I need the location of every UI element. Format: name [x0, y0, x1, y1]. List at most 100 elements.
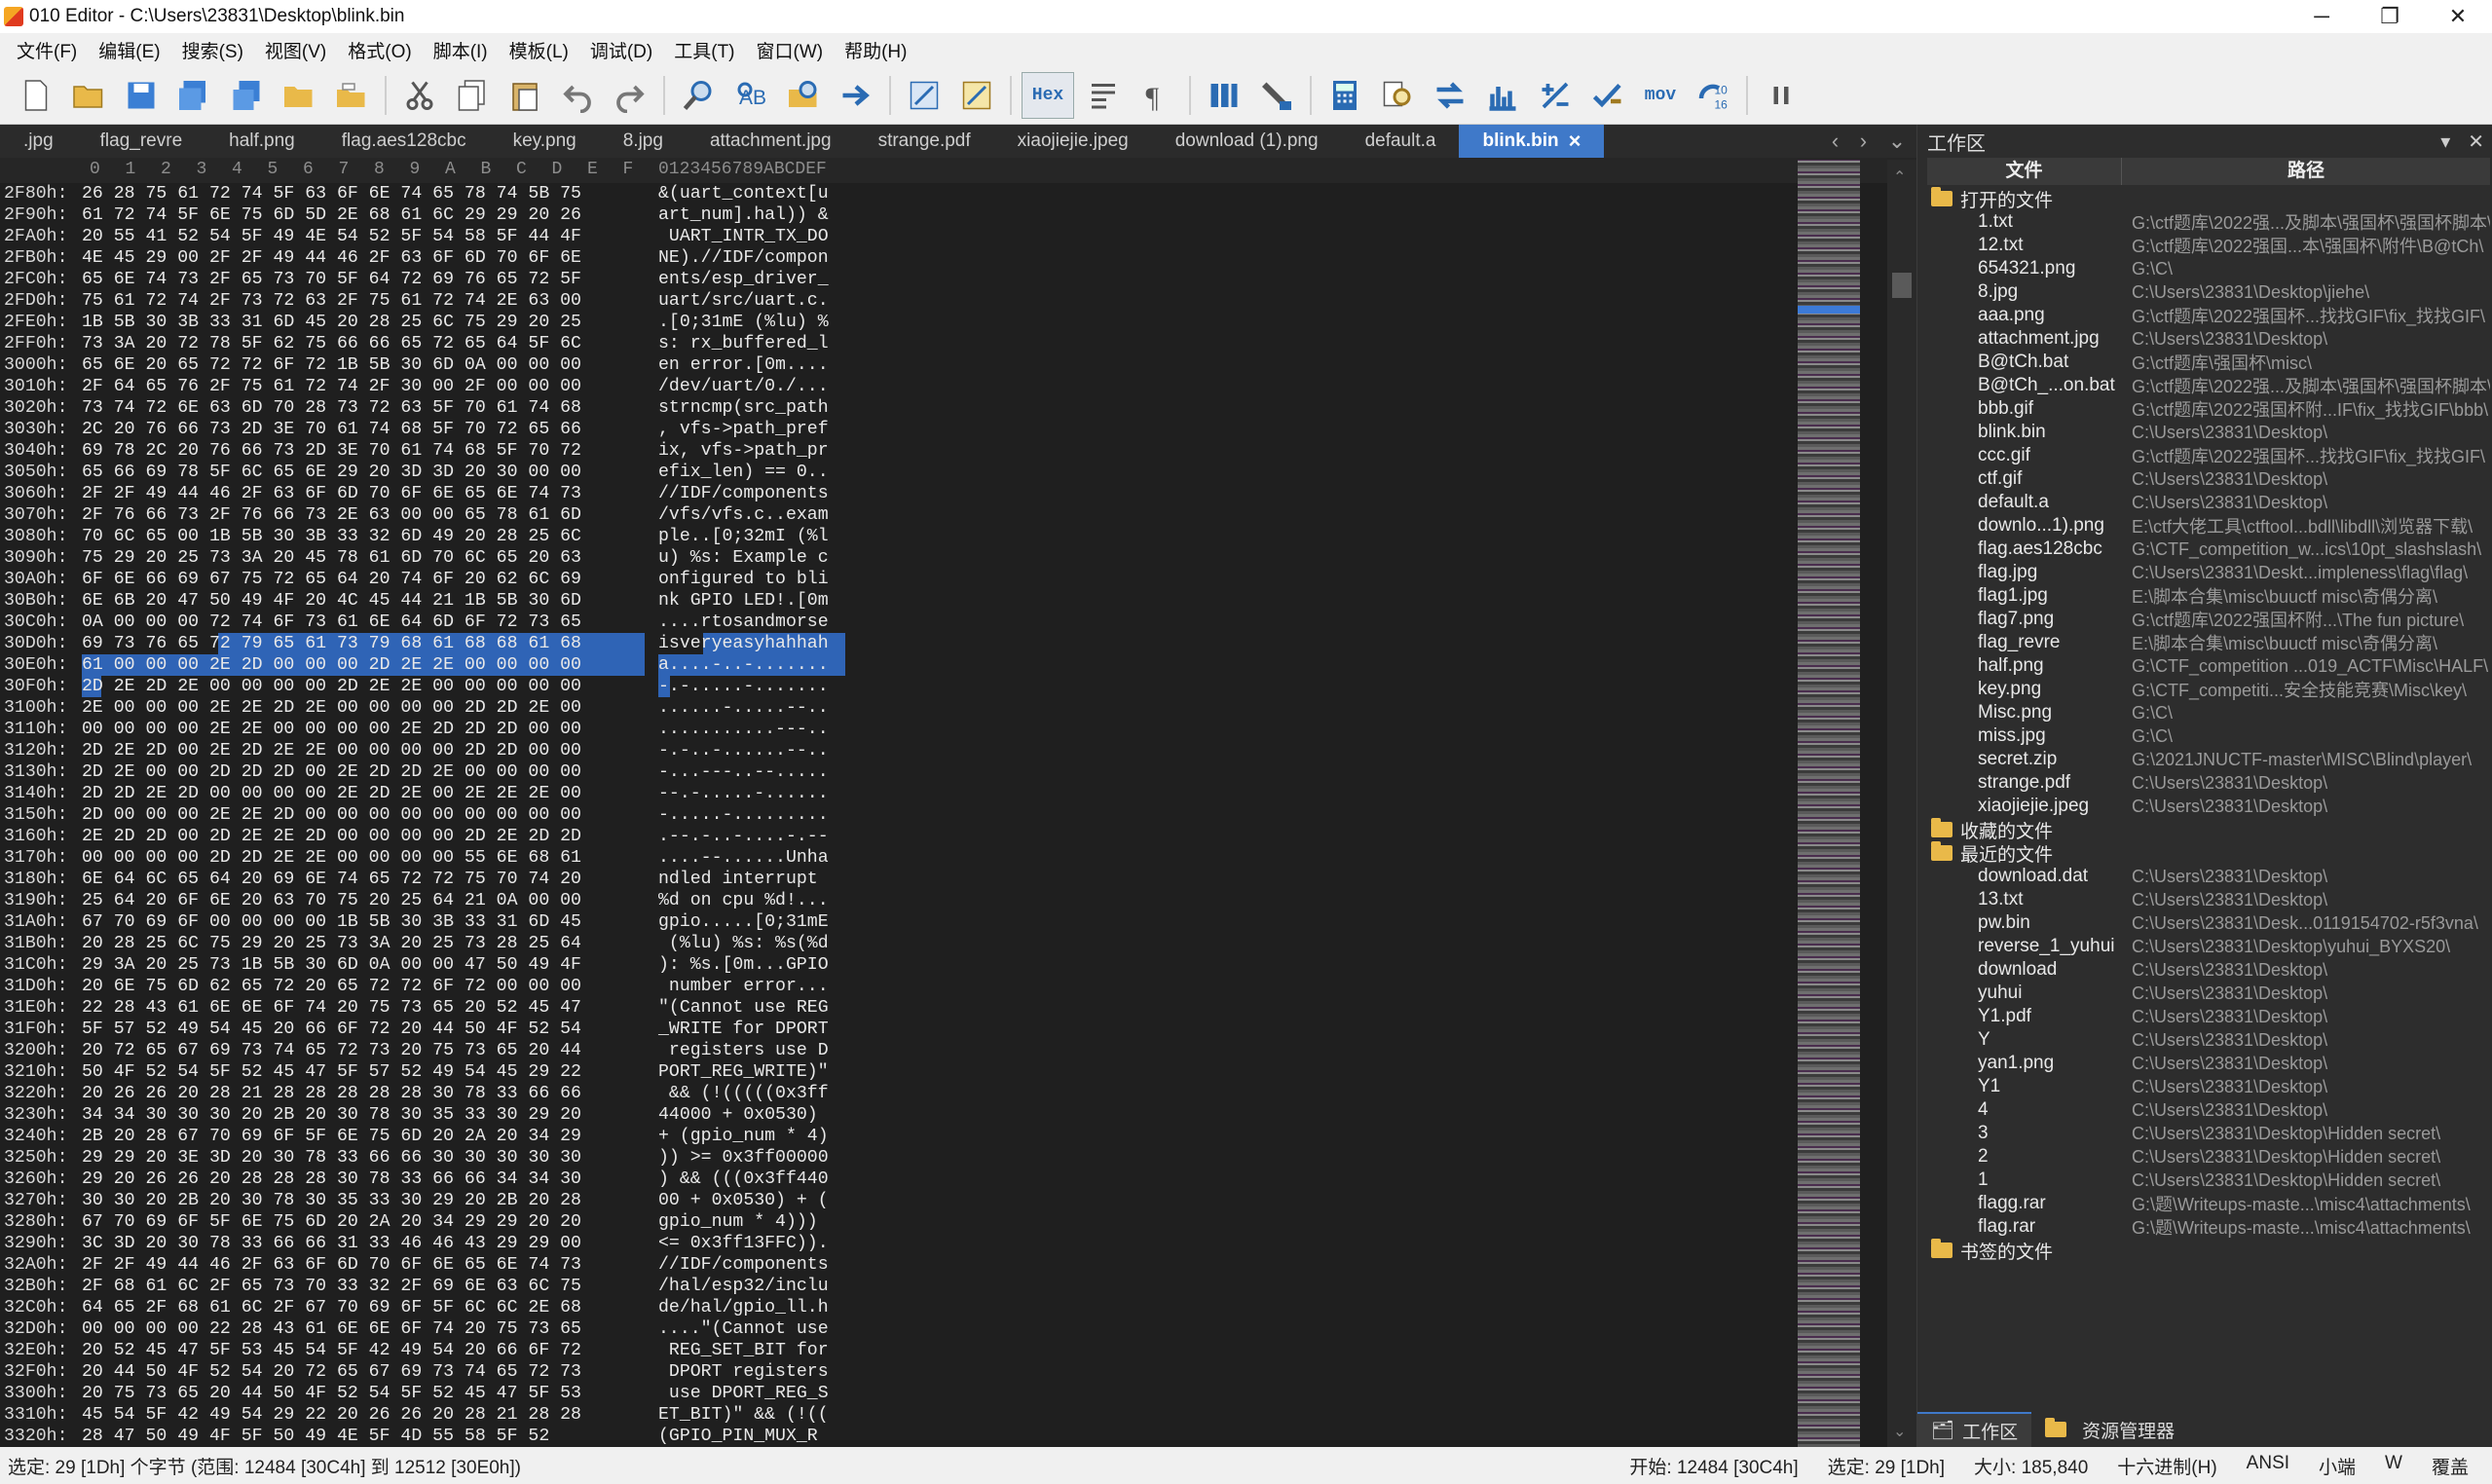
row-ascii[interactable]: strncmp(src_path [658, 397, 829, 419]
menu-format[interactable]: 格式(O) [337, 37, 422, 63]
row-ascii[interactable]: ....--......Unha [658, 847, 829, 869]
tab-explorer[interactable]: 资源管理器 [2031, 1412, 2188, 1447]
row-hex-bytes[interactable]: 2F 68 61 6C 2F 65 73 70 33 32 2F 69 6E 6… [82, 1276, 581, 1297]
row-hex-bytes[interactable]: 29 20 26 26 20 28 28 28 30 78 33 66 66 3… [82, 1169, 581, 1190]
row-hex-bytes[interactable]: 22 28 43 61 6E 6E 6F 74 20 75 73 65 20 5… [82, 997, 581, 1019]
tab-jpg[interactable]: .jpg [0, 125, 77, 158]
row-hex-bytes[interactable]: 2B 20 28 67 70 69 6F 5F 6E 75 6D 20 2A 2… [82, 1126, 581, 1147]
row-hex-bytes[interactable]: 4E 45 29 00 2F 2F 49 44 46 2F 63 6F 6D 7… [82, 247, 581, 269]
row-ascii[interactable]: .[0;31mE (%lu) % [658, 312, 829, 333]
row-ascii[interactable]: DPORT registers [658, 1361, 829, 1383]
display-mode[interactable]: 十六进制(H) [2117, 1453, 2216, 1479]
file-list-item[interactable]: Misc.png G:\C\ [1927, 701, 2490, 724]
row-ascii[interactable]: uart/src/uart.c. [658, 290, 829, 312]
file-minimap[interactable] [1798, 160, 1860, 1447]
menu-scripts[interactable]: 脚本(I) [423, 37, 499, 63]
row-hex-bytes[interactable]: 20 75 73 65 20 44 50 4F 52 54 5F 52 45 4… [82, 1383, 581, 1404]
row-hex-bytes[interactable]: 1B 5B 30 3B 33 31 6D 45 20 28 25 6C 75 2… [82, 312, 581, 333]
row-ascii[interactable]: /dev/uart/0./... [658, 376, 829, 397]
row-hex-bytes[interactable]: 2F 64 65 76 2F 75 61 72 74 2F 30 00 2F 0… [82, 376, 581, 397]
row-ascii[interactable]: ): %s.[0m...GPIO [658, 954, 829, 976]
redo-icon[interactable] [607, 72, 653, 119]
row-hex-bytes[interactable]: 73 74 72 6E 63 6D 70 28 73 72 63 5F 70 6… [82, 397, 581, 419]
row-hex-bytes[interactable]: 45 54 5F 42 49 54 29 22 20 26 26 20 28 2… [82, 1404, 581, 1426]
row-hex-bytes[interactable]: 20 52 45 47 5F 53 45 54 5F 42 49 54 20 6… [82, 1340, 581, 1361]
column-file[interactable]: 文件 [1927, 158, 2122, 185]
hex-mode-button[interactable]: Hex [1022, 71, 1074, 119]
row-ascii[interactable]: number error... [658, 976, 829, 997]
row-ascii[interactable]: && (!(((((0x3ff [658, 1083, 829, 1104]
row-ascii[interactable]: "(Cannot use REG [658, 997, 829, 1019]
row-ascii[interactable]: //IDF/components [658, 1254, 829, 1276]
hex-row[interactable]: 3230h: 34 34 30 30 30 20 2B 20 30 78 30 3… [0, 1104, 857, 1126]
hex-row[interactable]: 2FE0h: 1B 5B 30 3B 33 31 6D 45 20 28 25 6… [0, 312, 857, 333]
row-ascii[interactable]: ET_BIT)" && (!(( [658, 1404, 829, 1426]
encoding[interactable]: ANSI [2247, 1453, 2289, 1479]
row-hex-bytes[interactable]: 20 26 26 20 28 21 28 28 28 28 28 30 78 3… [82, 1083, 581, 1104]
inspector-icon[interactable] [1374, 72, 1421, 119]
hex-row[interactable]: 3240h: 2B 20 28 67 70 69 6F 5F 6E 75 6D 2… [0, 1126, 857, 1147]
row-hex-bytes[interactable]: 00 00 00 00 22 28 43 61 6E 6E 6F 74 20 7… [82, 1318, 581, 1340]
row-hex-bytes[interactable]: 6E 64 6C 65 64 20 69 6E 74 65 72 72 75 7… [82, 869, 581, 890]
row-ascii[interactable]: --.-.....-...... [658, 783, 829, 804]
file-list-item[interactable]: flag1.jpg E:\脚本合集\misc\buuctf misc\奇偶分离\ [1927, 584, 2490, 608]
hex-row[interactable]: 3210h: 50 4F 52 54 5F 52 45 47 5F 57 52 4… [0, 1061, 857, 1083]
row-ascii[interactable]: gpio.....[0;31mE [658, 911, 829, 933]
row-hex-bytes[interactable]: 2D 2E 00 00 2D 2D 2D 00 2E 2D 2D 2E 00 0… [82, 761, 581, 783]
group-recent-files[interactable]: 最近的文件 [1927, 841, 2490, 866]
save-icon[interactable] [118, 72, 165, 119]
file-list-item[interactable]: default.a C:\Users\23831\Desktop\ [1927, 491, 2490, 514]
row-ascii[interactable]: ple..[0;32mI (%l [658, 526, 829, 547]
mov-button[interactable]: mov [1637, 72, 1684, 119]
row-ascii[interactable]: &(uart_context[u [658, 183, 829, 204]
row-ascii[interactable]: PORT_REG_WRITE)" [658, 1061, 829, 1083]
row-hex-bytes[interactable]: 00 00 00 00 2E 2E 00 00 00 00 2E 2D 2D 2… [82, 719, 581, 740]
pause-icon[interactable] [1758, 72, 1804, 119]
column-path[interactable]: 路径 [2122, 158, 2490, 185]
hex-row[interactable]: 3310h: 45 54 5F 42 49 54 29 22 20 26 26 2… [0, 1404, 857, 1426]
script-icon[interactable] [953, 72, 1000, 119]
hex-row[interactable]: 2F90h: 61 72 74 5F 6E 75 6D 5D 2E 68 61 6… [0, 204, 857, 226]
row-hex-bytes[interactable]: 6E 6B 20 47 50 49 4F 20 4C 45 44 21 1B 5… [82, 590, 581, 612]
menu-help[interactable]: 帮助(H) [834, 37, 917, 63]
hex-row[interactable]: 3010h: 2F 64 65 76 2F 75 61 72 74 2F 30 0… [0, 376, 857, 397]
file-list-item[interactable]: blink.bin C:\Users\23831\Desktop\ [1927, 421, 2490, 444]
file-list-item[interactable]: 1 C:\Users\23831\Desktop\Hidden secret\ [1927, 1169, 2490, 1192]
hex-row[interactable]: 3200h: 20 72 65 67 69 73 74 65 72 73 20 7… [0, 1040, 857, 1061]
row-ascii[interactable]: %d on cpu %d!... [658, 890, 829, 911]
row-ascii[interactable]: use DPORT_REG_S [658, 1383, 829, 1404]
row-hex-bytes[interactable]: 2F 2F 49 44 46 2F 63 6F 6D 70 6F 6E 65 6… [82, 483, 581, 504]
file-list-item[interactable]: pw.bin C:\Users\23831\Desk...0119154702-r… [1927, 911, 2490, 935]
group-bookmarked-files[interactable]: 书签的文件 [1927, 1239, 2490, 1263]
row-ascii[interactable]: )) >= 0x3ff00000 [658, 1147, 829, 1169]
row-ascii[interactable]: UART_INTR_TX_DO [658, 226, 829, 247]
row-ascii[interactable]: (GPIO_PIN_MUX_R [658, 1426, 818, 1447]
replace-icon[interactable]: AB [727, 72, 774, 119]
folder-icon[interactable] [276, 72, 322, 119]
hex-row[interactable]: 32B0h: 2F 68 61 6C 2F 65 73 70 33 32 2F 6… [0, 1276, 857, 1297]
template-icon[interactable] [901, 72, 948, 119]
hex-row[interactable]: 3100h: 2E 00 00 00 2E 2E 2D 2E 00 00 00 0… [0, 697, 857, 719]
hex-row[interactable]: 30F0h: 2D 2E 2D 2E 00 00 00 00 2D 2E 2E 0… [0, 676, 857, 697]
file-list-item[interactable]: flag.jpg C:\Users\23831\Deskt...impleness… [1927, 561, 2490, 584]
hex-row[interactable]: 3190h: 25 64 20 6F 6E 20 63 70 75 20 25 6… [0, 890, 857, 911]
row-hex-bytes[interactable]: 2F 2F 49 44 46 2F 63 6F 6D 70 6F 6E 65 6… [82, 1254, 581, 1276]
tab-strange-pdf[interactable]: strange.pdf [855, 125, 994, 158]
cut-icon[interactable] [396, 72, 443, 119]
row-ascii[interactable]: ....rtosandmorse [658, 612, 829, 633]
hex-row[interactable]: 32C0h: 64 65 2F 68 61 6C 2F 67 70 69 6F 5… [0, 1297, 857, 1318]
row-ascii[interactable]: /vfs/vfs.c..exam [658, 504, 829, 526]
menu-templates[interactable]: 模板(L) [499, 37, 579, 63]
file-list-item[interactable]: flag7.png G:\ctf题库\2022强国杯附...\The fun pi… [1927, 608, 2490, 631]
row-hex-bytes[interactable]: 2E 00 00 00 2E 2E 2D 2E 00 00 00 00 2D 2… [82, 697, 581, 719]
row-ascii[interactable]: art_num].hal)) & [658, 204, 829, 226]
hex-row[interactable]: 3140h: 2D 2D 2E 2D 00 00 00 00 2E 2D 2E 0… [0, 783, 857, 804]
new-file-icon[interactable] [13, 72, 59, 119]
hex-row[interactable]: 31B0h: 20 28 25 6C 75 29 20 25 73 3A 20 2… [0, 933, 857, 954]
hex-row[interactable]: 31E0h: 22 28 43 61 6E 6E 6F 74 20 75 73 6… [0, 997, 857, 1019]
menu-file[interactable]: 文件(F) [6, 37, 88, 63]
hex-row[interactable]: 3050h: 65 66 69 78 5F 6C 65 6E 29 20 3D 3… [0, 462, 857, 483]
hex-row[interactable]: 32E0h: 20 52 45 47 5F 53 45 54 5F 42 49 5… [0, 1340, 857, 1361]
file-list-item[interactable]: 1.txt G:\ctf题库\2022强...及脚本\强国杯\强国杯脚本\ [1927, 210, 2490, 234]
file-list-item[interactable]: 13.txt C:\Users\23831\Desktop\ [1927, 888, 2490, 911]
